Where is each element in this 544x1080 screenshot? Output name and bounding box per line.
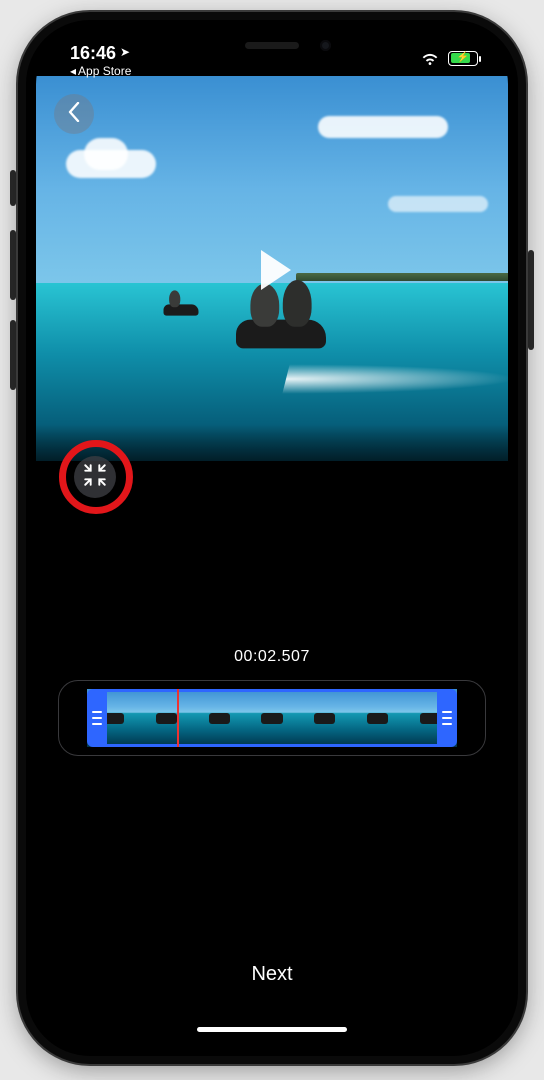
app-screen: 16:46 ➤ ◂ App Store ⚡ (36, 30, 508, 1046)
wifi-icon (420, 50, 440, 66)
next-button[interactable]: Next (36, 963, 508, 986)
caret-left-icon: ◂ (70, 64, 76, 78)
timeline-thumbnails (87, 689, 457, 747)
collapse-button[interactable] (74, 456, 116, 498)
battery-charging-icon: ⚡ (448, 51, 478, 66)
device-notch (167, 30, 377, 64)
trim-handle-left[interactable] (87, 689, 107, 747)
collapse-icon (82, 462, 108, 493)
status-time: 16:46 (70, 44, 116, 62)
timeline-thumbnail (140, 689, 193, 747)
timeline-playhead[interactable] (177, 689, 179, 747)
video-timeline[interactable] (87, 689, 457, 747)
device-silence-switch (10, 170, 16, 206)
timeline-thumbnail (298, 689, 351, 747)
timeline-thumbnail (193, 689, 246, 747)
device-frame: 16:46 ➤ ◂ App Store ⚡ (18, 12, 526, 1064)
location-arrow-icon: ➤ (120, 46, 130, 58)
timeline-container (58, 680, 486, 756)
play-icon (261, 250, 291, 290)
back-to-app-link[interactable]: ◂ App Store (70, 64, 131, 78)
back-to-app-label: App Store (78, 64, 131, 78)
chevron-left-icon (67, 102, 81, 127)
device-volume-down (10, 320, 16, 390)
back-button[interactable] (54, 94, 94, 134)
playhead-timestamp: 00:02.507 (36, 648, 508, 666)
trim-handle-left-icon (92, 711, 102, 725)
timeline-thumbnail (351, 689, 404, 747)
home-indicator[interactable] (197, 1027, 347, 1032)
play-button[interactable] (241, 239, 303, 301)
device-volume-up (10, 230, 16, 300)
timeline-thumbnail (246, 689, 299, 747)
trim-handle-right[interactable] (437, 689, 457, 747)
next-button-label: Next (251, 963, 292, 985)
trim-handle-right-icon (442, 711, 452, 725)
device-side-button (528, 250, 534, 350)
